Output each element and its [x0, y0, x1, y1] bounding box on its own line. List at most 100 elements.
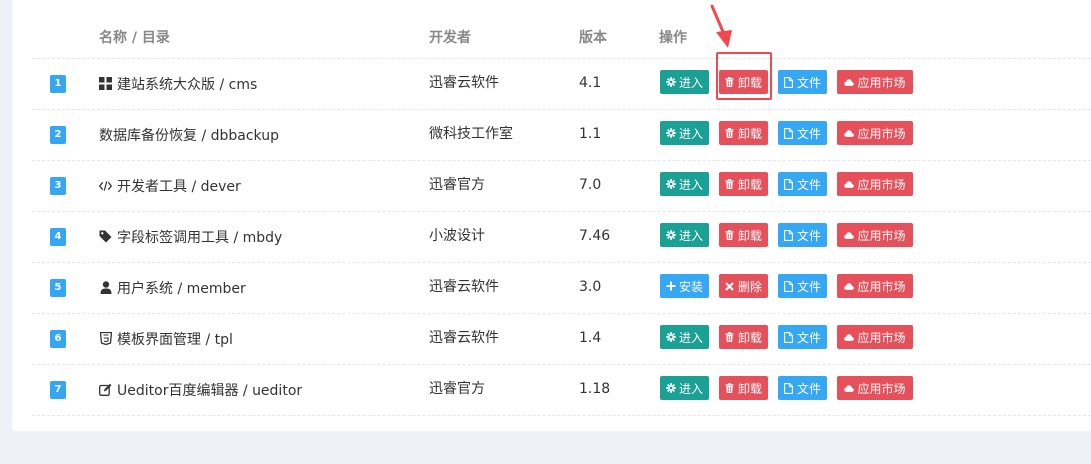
app-market-button[interactable]: 应用市场: [837, 325, 913, 349]
version-cell: 7.46: [579, 228, 611, 244]
install-button[interactable]: 安装: [660, 274, 709, 298]
enter-button-label: 进入: [678, 177, 703, 192]
app-market-button-label: 应用市场: [857, 381, 906, 396]
plugin-name-cell: 模板界面管理 / tpl: [99, 313, 233, 364]
app-market-button[interactable]: 应用市场: [837, 70, 913, 94]
file-button[interactable]: 文件: [778, 325, 827, 349]
version-cell: 1.4: [579, 330, 602, 346]
actions-cell: 进入 卸载 文件 应用市场: [660, 172, 913, 198]
enter-button[interactable]: 进入: [660, 325, 709, 349]
version-cell: 7.0: [579, 177, 602, 193]
uninstall-button[interactable]: 卸载: [719, 223, 768, 247]
enter-button-label: 进入: [678, 126, 703, 141]
enter-button[interactable]: 进入: [660, 121, 709, 145]
file-button[interactable]: 文件: [778, 70, 827, 94]
delete-button-label: 删除: [737, 279, 762, 294]
uninstall-icon: [725, 383, 735, 394]
app-market-button-label: 应用市场: [857, 126, 906, 141]
market-icon: [844, 77, 855, 88]
market-icon: [844, 332, 855, 343]
enter-button-label: 进入: [678, 381, 703, 396]
enter-icon: [666, 332, 676, 343]
delete-icon: [725, 281, 735, 292]
app-market-button[interactable]: 应用市场: [837, 121, 913, 145]
uninstall-button[interactable]: 卸载: [719, 325, 768, 349]
market-icon: [844, 281, 855, 292]
app-market-button[interactable]: 应用市场: [837, 223, 913, 247]
developer-cell: 迅睿云软件: [429, 330, 499, 346]
file-icon: [784, 76, 794, 88]
app-market-button[interactable]: 应用市场: [837, 376, 913, 400]
enter-button[interactable]: 进入: [660, 223, 709, 247]
enter-button-label: 进入: [678, 330, 703, 345]
uninstall-button-label: 卸载: [737, 381, 762, 396]
header-developer: 开发者: [429, 30, 471, 46]
file-icon: [784, 382, 794, 394]
version-cell: 1.18: [579, 381, 611, 397]
install-icon: [666, 281, 676, 292]
plugin-table-card: 名称 / 目录 开发者 版本 操作 1 建站系统大众版 / cms 迅睿云软件 4.1…: [12, 0, 1091, 431]
app-market-button-label: 应用市场: [857, 228, 906, 243]
uninstall-button[interactable]: 卸载: [719, 376, 768, 400]
header-name: 名称 / 目录: [99, 30, 170, 46]
enter-button-label: 进入: [678, 75, 703, 90]
uninstall-icon: [725, 179, 735, 190]
file-button-label: 文件: [796, 330, 821, 345]
plugin-name-cell: 开发者工具 / dever: [99, 160, 241, 211]
plugin-name-cell: 用户系统 / member: [99, 262, 246, 313]
enter-icon: [666, 383, 676, 394]
row-number-badge: 3: [50, 177, 66, 195]
enter-button[interactable]: 进入: [660, 376, 709, 400]
enter-button[interactable]: 进入: [660, 70, 709, 94]
actions-cell: 安装 删除 文件 应用市场: [660, 274, 913, 300]
uninstall-button[interactable]: 卸载: [719, 121, 768, 145]
enter-icon: [666, 179, 676, 190]
plugin-name: 数据库备份恢复 / dbbackup: [99, 127, 279, 144]
file-icon: [784, 280, 794, 292]
file-button[interactable]: 文件: [778, 376, 827, 400]
app-market-button-label: 应用市场: [857, 279, 906, 294]
file-button-label: 文件: [796, 228, 821, 243]
uninstall-button[interactable]: 卸载: [719, 172, 768, 196]
header-actions: 操作: [659, 30, 687, 46]
app-market-button-label: 应用市场: [857, 330, 906, 345]
row-number-badge: 5: [50, 279, 66, 297]
user-icon: [99, 281, 112, 294]
plugin-name-cell: 建站系统大众版 / cms: [99, 58, 257, 109]
file-icon: [784, 331, 794, 343]
actions-cell: 进入 卸载 文件 应用市场: [660, 376, 913, 402]
app-market-button-label: 应用市场: [857, 177, 906, 192]
developer-cell: 迅睿官方: [429, 177, 485, 193]
install-button-label: 安装: [678, 279, 703, 294]
app-market-button[interactable]: 应用市场: [837, 172, 913, 196]
html5-icon: [99, 332, 112, 345]
enter-button[interactable]: 进入: [660, 172, 709, 196]
actions-cell: 进入 卸载 文件 应用市场: [660, 325, 913, 351]
file-icon: [784, 229, 794, 241]
market-icon: [844, 383, 855, 394]
file-button-label: 文件: [796, 75, 821, 90]
uninstall-icon: [725, 230, 735, 241]
table-row: 1 建站系统大众版 / cms 迅睿云软件 4.1 进入 卸载 文件 应用市场: [32, 58, 1091, 110]
plugin-name-cell: 字段标签调用工具 / mbdy: [99, 211, 282, 262]
file-button[interactable]: 文件: [778, 121, 827, 145]
plugin-name: 字段标签调用工具 / mbdy: [117, 229, 283, 246]
delete-button[interactable]: 删除: [719, 274, 768, 298]
file-button[interactable]: 文件: [778, 223, 827, 247]
file-button[interactable]: 文件: [778, 172, 827, 196]
file-button[interactable]: 文件: [778, 274, 827, 298]
file-button-label: 文件: [796, 177, 821, 192]
enter-icon: [666, 230, 676, 241]
enter-icon: [666, 77, 676, 88]
row-number-badge: 6: [50, 330, 66, 348]
table-row: 2 数据库备份恢复 / dbbackup 微科技工作室 1.1 进入 卸载 文件 应用市场: [32, 109, 1091, 161]
developer-cell: 迅睿云软件: [429, 75, 499, 91]
actions-cell: 进入 卸载 文件 应用市场: [660, 121, 913, 147]
app-market-button[interactable]: 应用市场: [837, 274, 913, 298]
app-market-button-label: 应用市场: [857, 75, 906, 90]
plugin-name: 模板界面管理 / tpl: [117, 331, 233, 348]
plugin-name: 建站系统大众版 / cms: [117, 76, 258, 93]
market-icon: [844, 179, 855, 190]
plugin-name-cell: 数据库备份恢复 / dbbackup: [99, 109, 279, 160]
actions-cell: 进入 卸载 文件 应用市场: [660, 223, 913, 249]
